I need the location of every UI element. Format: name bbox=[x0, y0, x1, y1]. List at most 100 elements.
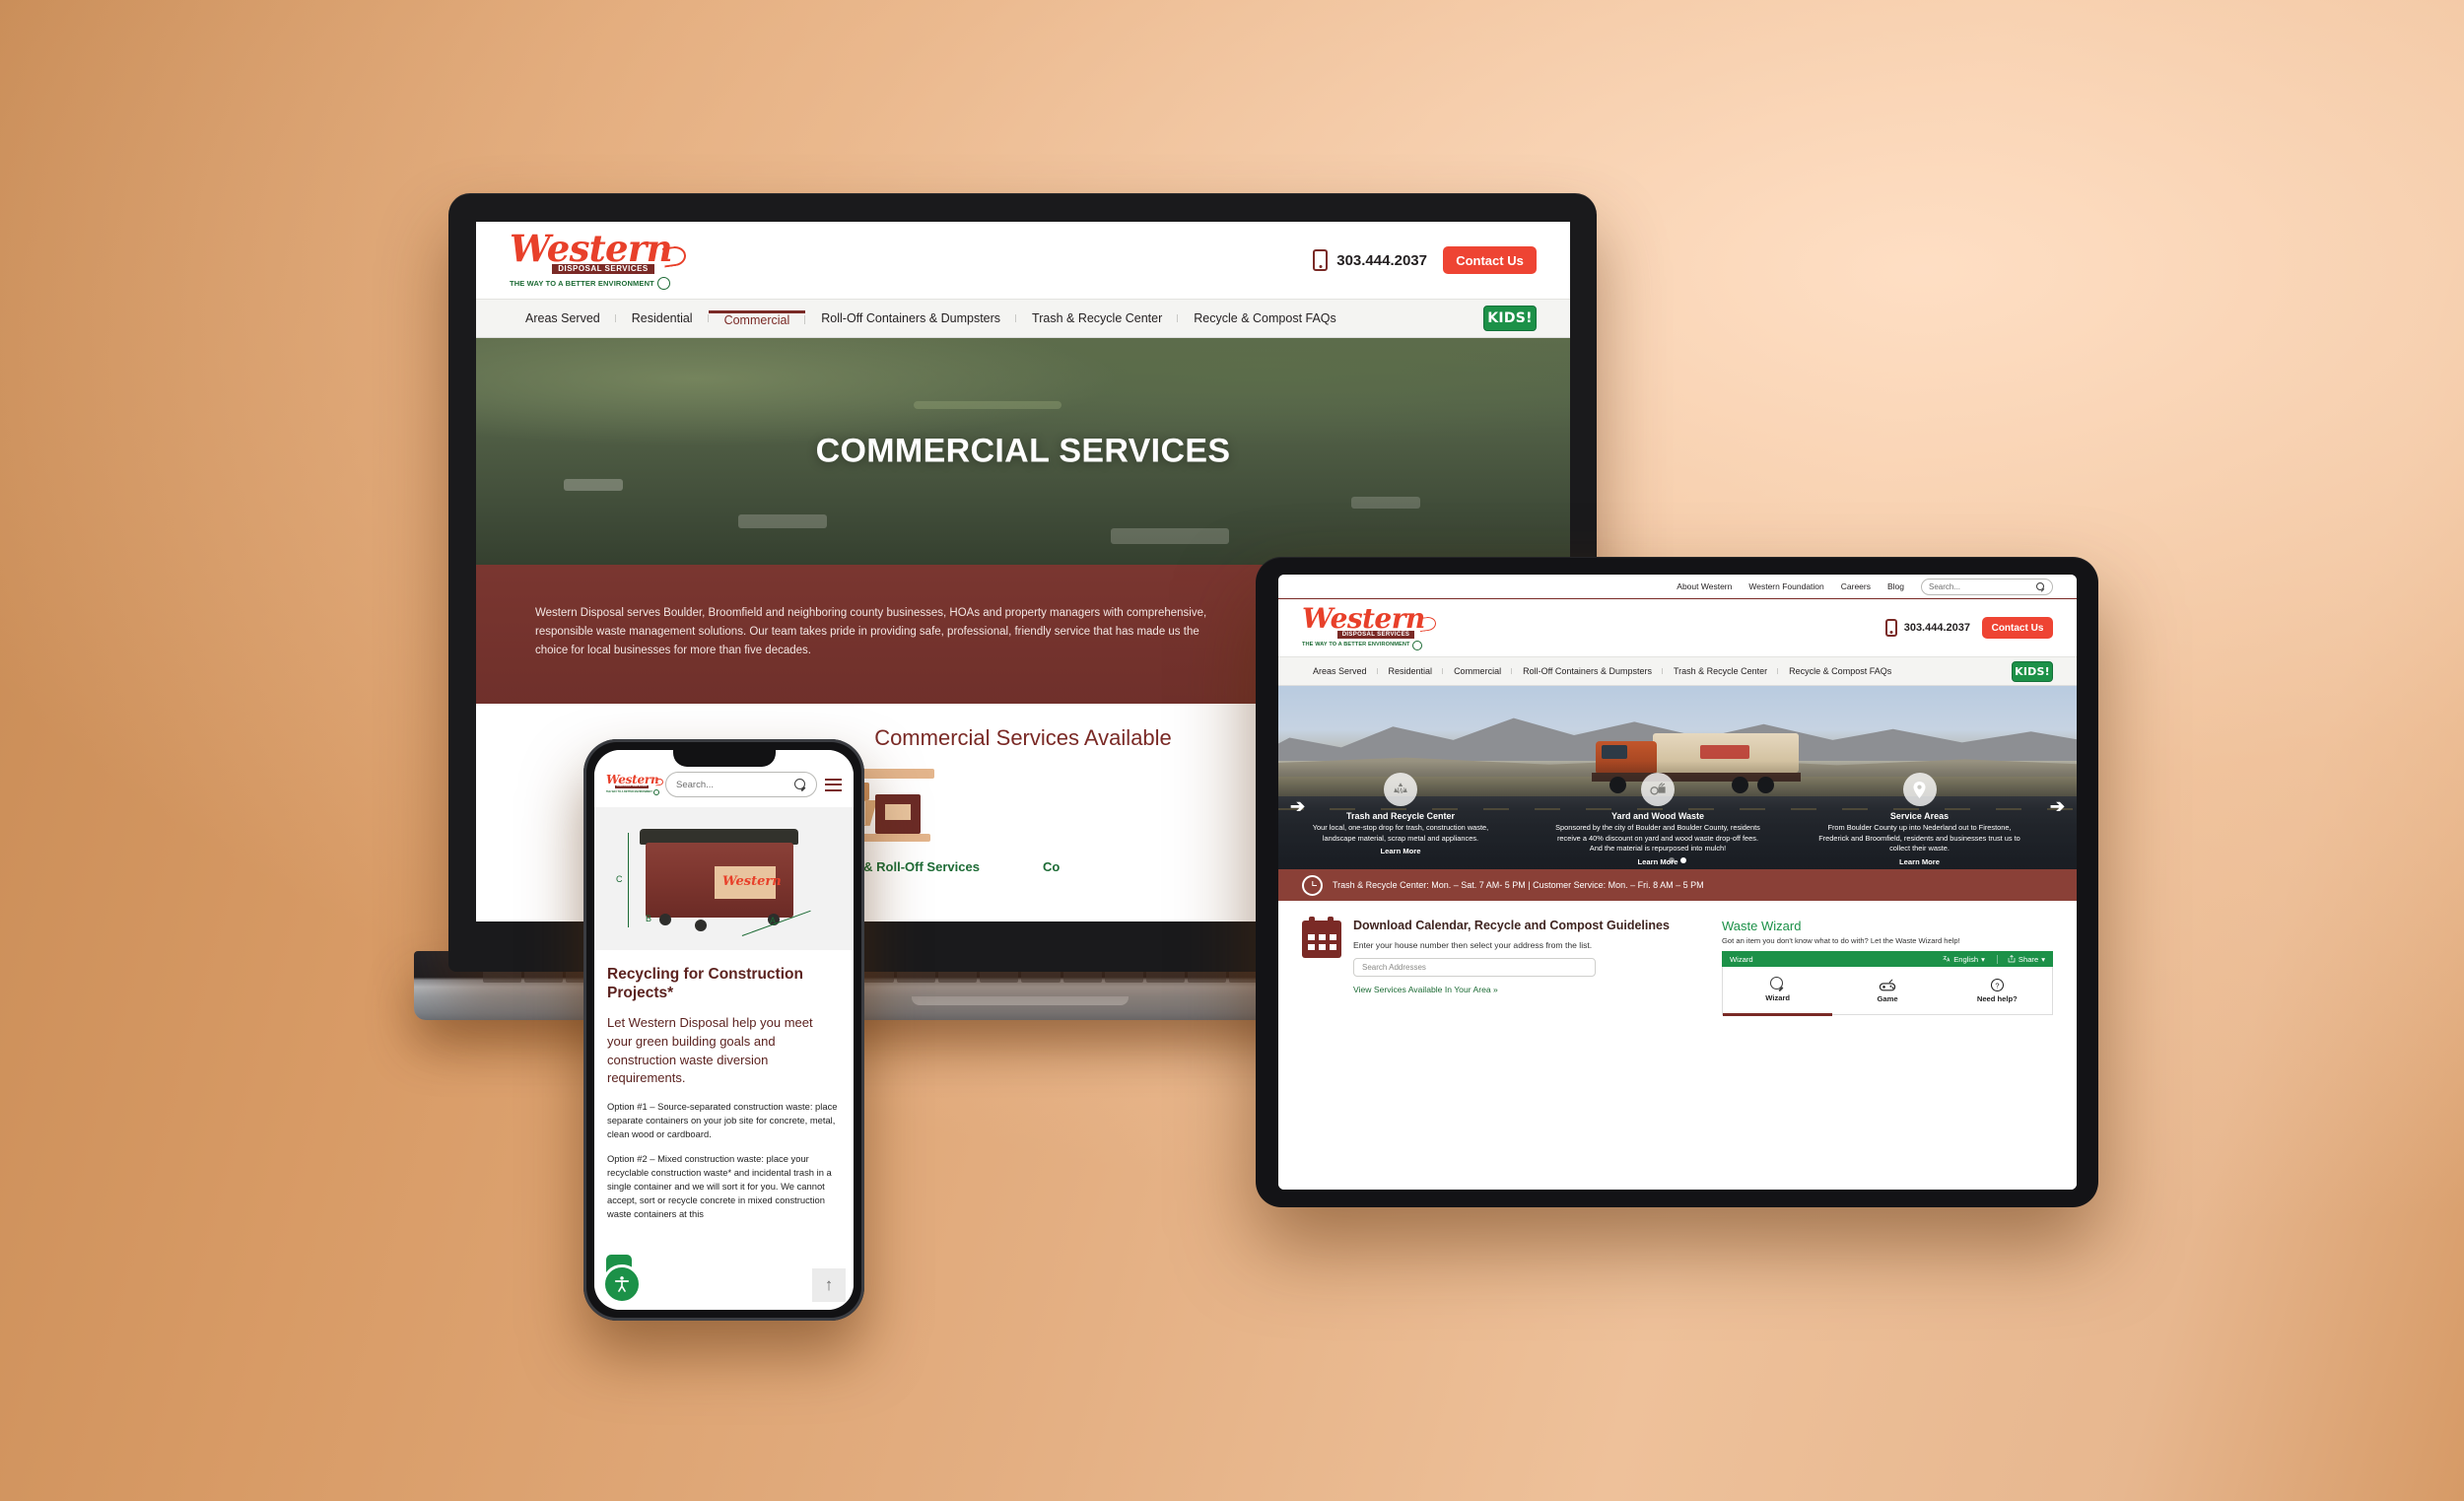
utility-nav-about[interactable]: About Western bbox=[1677, 581, 1732, 591]
gamepad-icon bbox=[1879, 979, 1896, 990]
calendar-cell bbox=[1319, 934, 1326, 940]
mobile-search-placeholder: Search... bbox=[676, 779, 715, 790]
nav-item-residential[interactable]: Residential bbox=[616, 311, 709, 325]
hero-card-title: Yard and Wood Waste bbox=[1610, 811, 1704, 821]
chevron-down-icon: ▾ bbox=[1981, 954, 1985, 964]
contact-us-button[interactable]: Contact Us bbox=[1443, 246, 1537, 274]
search-icon[interactable] bbox=[2036, 581, 2045, 592]
wizard-share-button[interactable]: Share ▾ bbox=[1996, 954, 2045, 964]
logo-wordmark: Western bbox=[510, 227, 673, 270]
logo-tagline: THE WAY TO A BETTER ENVIRONMENT bbox=[606, 788, 659, 795]
wizard-language-select[interactable]: English ▾ bbox=[1943, 955, 1985, 964]
address-search-input[interactable]: Search Addresses bbox=[1353, 957, 1596, 977]
carousel-dot[interactable] bbox=[1669, 857, 1675, 863]
carousel-dot-active[interactable] bbox=[1680, 857, 1686, 863]
calendar-cell bbox=[1330, 934, 1336, 940]
logo-tagline-text: THE WAY TO A BETTER ENVIRONMENT bbox=[606, 789, 652, 793]
calendar-cell bbox=[1308, 944, 1315, 950]
nav-item-areas-served[interactable]: Areas Served bbox=[1302, 666, 1378, 676]
leaf-icon bbox=[656, 277, 670, 290]
logo-tagline-text: THE WAY TO A BETTER ENVIRONMENT bbox=[510, 278, 654, 288]
kids-button[interactable]: KIDS! bbox=[2012, 660, 2053, 682]
wizard-share-label: Share bbox=[2018, 954, 2039, 964]
header-phone[interactable]: 303.444.2037 bbox=[1313, 249, 1427, 271]
site-logo[interactable]: Western DISPOSAL SERVICES THE WAY TO A B… bbox=[1302, 605, 1450, 650]
nav-item-recycle-compost-faqs[interactable]: Recycle & Compost FAQs bbox=[1178, 311, 1352, 325]
nav-item-areas-served[interactable]: Areas Served bbox=[510, 311, 616, 325]
hero-card-body: Sponsored by the city of Boulder and Bou… bbox=[1555, 823, 1760, 853]
terrain-speck bbox=[1110, 528, 1229, 545]
carousel-dots[interactable] bbox=[1278, 857, 2077, 863]
tab-wizard[interactable]: Wizard bbox=[1723, 966, 1833, 1016]
hero-card-link[interactable]: Learn More bbox=[1302, 847, 1499, 855]
logo-tagline: THE WAY TO A BETTER ENVIRONMENT bbox=[1302, 641, 1422, 650]
tab-wizard-label: Wizard bbox=[1765, 992, 1791, 1002]
hero-card[interactable]: Service Areas From Boulder County up int… bbox=[1818, 773, 2020, 866]
hero-card-body: From Boulder County up into Nederland ou… bbox=[1818, 823, 2020, 853]
site-logo[interactable]: Western DISPOSAL SERVICES THE WAY TO A B… bbox=[606, 773, 659, 795]
yard-waste-glyph bbox=[1649, 782, 1666, 794]
search-input[interactable]: Search... bbox=[1921, 578, 2053, 595]
truck-logo bbox=[1700, 745, 1749, 759]
utility-nav-foundation[interactable]: Western Foundation bbox=[1748, 581, 1823, 591]
accessibility-glyph bbox=[614, 1276, 630, 1292]
accessibility-icon[interactable] bbox=[602, 1264, 642, 1304]
contact-us-button[interactable]: Contact Us bbox=[1982, 617, 2053, 639]
nav-item-trash-recycle-center[interactable]: Trash & Recycle Center bbox=[1016, 311, 1179, 325]
logo-tagline-text: THE WAY TO A BETTER ENVIRONMENT bbox=[1302, 642, 1410, 648]
dimension-line-c bbox=[628, 833, 630, 927]
utility-nav-careers[interactable]: Careers bbox=[1841, 581, 1871, 591]
kids-button[interactable]: KIDS! bbox=[1483, 306, 1537, 331]
homepage: About Western Western Foundation Careers… bbox=[1278, 575, 2077, 1190]
tab-game[interactable]: Game bbox=[1832, 967, 1942, 1014]
nav-item-rolloff[interactable]: Roll-Off Containers & Dumpsters bbox=[805, 311, 1016, 325]
nav-item-trash-recycle-center[interactable]: Trash & Recycle Center bbox=[1663, 666, 1779, 676]
svg-text:?: ? bbox=[1995, 982, 1999, 990]
utility-nav-blog[interactable]: Blog bbox=[1887, 581, 1904, 591]
logo-tagline: THE WAY TO A BETTER ENVIRONMENT bbox=[510, 277, 670, 290]
map-pin-glyph bbox=[1913, 781, 1926, 798]
responsive-device-mockup: Western DISPOSAL SERVICES THE WAY TO A B… bbox=[0, 0, 2464, 1501]
phone-screen: Western DISPOSAL SERVICES THE WAY TO A B… bbox=[594, 750, 854, 1310]
wizard-toolbar-label: Wizard bbox=[1730, 954, 1753, 964]
address-search-placeholder: Search Addresses bbox=[1362, 962, 1426, 972]
carousel-prev-arrow[interactable]: ➔ bbox=[1290, 796, 1305, 817]
calendar-tab bbox=[1328, 917, 1334, 924]
mobile-commercial-page: Western DISPOSAL SERVICES THE WAY TO A B… bbox=[594, 750, 854, 1310]
nav-item-recycle-compost-faqs[interactable]: Recycle & Compost FAQs bbox=[1778, 666, 1902, 676]
phone-number: 303.444.2037 bbox=[1903, 622, 1970, 634]
dimension-label-b: B bbox=[646, 914, 652, 923]
hero-title: COMMERCIAL SERVICES bbox=[815, 432, 1231, 470]
dumpster-wheel bbox=[695, 920, 707, 931]
hero-card[interactable]: Yard and Wood Waste Sponsored by the cit… bbox=[1554, 773, 1761, 866]
view-services-link[interactable]: View Services Available In Your Area » bbox=[1353, 985, 1696, 994]
nav-item-commercial[interactable]: Commercial bbox=[708, 309, 806, 327]
hero-carousel: W Trash and Recycle Center Your local, o… bbox=[1278, 686, 2077, 869]
hero-card[interactable]: W Trash and Recycle Center Your local, o… bbox=[1302, 773, 1499, 855]
main-nav-list: Areas Served Residential Commercial Roll… bbox=[510, 309, 1483, 327]
wizard-language-label: English bbox=[1953, 954, 1979, 964]
wizard-search-icon bbox=[1770, 976, 1785, 991]
hamburger-menu-icon[interactable] bbox=[825, 778, 842, 791]
tab-need-help[interactable]: ? Need help? bbox=[1943, 967, 2052, 1014]
nav-item-residential[interactable]: Residential bbox=[1378, 666, 1444, 676]
wizard-subtext: Got an item you don't know what to do wi… bbox=[1722, 936, 1960, 945]
site-logo[interactable]: Western DISPOSAL SERVICES THE WAY TO A B… bbox=[510, 231, 697, 290]
svg-text:W: W bbox=[1397, 786, 1405, 795]
calendar-cell bbox=[1308, 934, 1315, 940]
tablet-screen: About Western Western Foundation Careers… bbox=[1278, 575, 2077, 1190]
mobile-phone-icon bbox=[1313, 249, 1329, 271]
logo-wordmark: Western bbox=[606, 773, 659, 787]
nav-item-commercial[interactable]: Commercial bbox=[1443, 666, 1513, 676]
nav-item-rolloff[interactable]: Roll-Off Containers & Dumpsters bbox=[1512, 666, 1663, 676]
wizard-tab-bar: Wizard Game ? Need help? bbox=[1722, 966, 2053, 1016]
logo-wordmark: Western bbox=[1302, 602, 1425, 635]
search-icon[interactable] bbox=[794, 779, 806, 791]
scroll-to-top-button[interactable]: ↑ bbox=[812, 1268, 846, 1302]
header-phone[interactable]: 303.444.2037 bbox=[1884, 619, 1970, 637]
leaf-icon bbox=[652, 788, 659, 795]
mobile-search-input[interactable]: Search... bbox=[665, 772, 817, 797]
calendar-tab bbox=[1309, 917, 1315, 924]
carousel-next-arrow[interactable]: ➔ bbox=[2050, 796, 2065, 817]
calendar-heading: Download Calendar, Recycle and Compost G… bbox=[1353, 919, 1670, 932]
